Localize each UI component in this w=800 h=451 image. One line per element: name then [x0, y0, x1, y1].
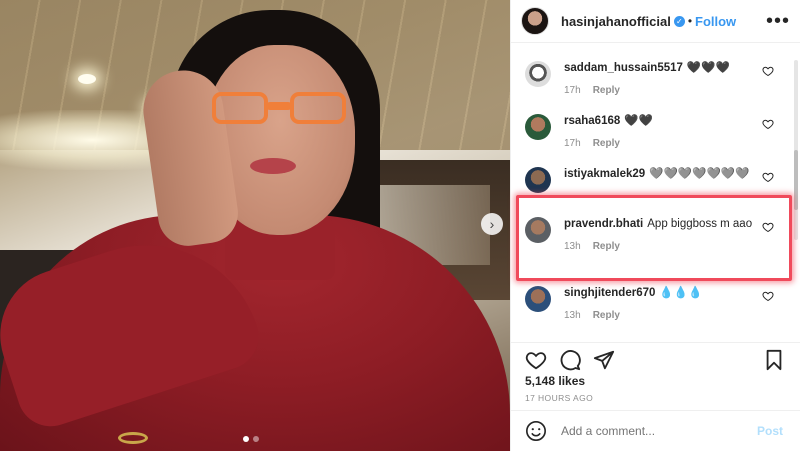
person-lips: [250, 158, 296, 174]
comments-scrollbar[interactable]: [794, 60, 798, 240]
post-header: hasinjahanofficial ✓ • Follow •••: [511, 0, 800, 43]
verified-icon: ✓: [673, 15, 685, 27]
comment-meta: 17h Reply: [564, 138, 764, 149]
more-icon[interactable]: •••: [766, 10, 790, 33]
share-icon[interactable]: [593, 349, 615, 371]
heart-icon[interactable]: [762, 171, 774, 183]
author-username[interactable]: hasinjahanofficial: [561, 14, 671, 29]
carousel-dot: [253, 436, 259, 442]
comment-meta: [564, 191, 764, 202]
comment-item: istiyakmalek29 🩶🩶🩶🩶🩶🩶🩶: [511, 167, 800, 217]
commenter-username[interactable]: istiyakmalek29: [564, 168, 645, 180]
heart-icon[interactable]: [762, 118, 774, 130]
comment-body: singhjitender670 💧💧💧 13h Reply: [564, 286, 764, 339]
comment-content: 💧💧💧: [659, 287, 703, 299]
comment-item-highlighted: pravendr.bhati App biggboss m aao 13h Repl…: [511, 217, 800, 286]
heart-icon[interactable]: [525, 349, 547, 371]
action-bar: [511, 342, 800, 372]
commenter-username[interactable]: singhjitender670: [564, 287, 655, 299]
comment-age: 13h: [564, 310, 581, 321]
comment-icon[interactable]: [559, 349, 581, 371]
comment-content: 🩶🩶🩶🩶🩶🩶🩶: [649, 168, 750, 180]
reply-button[interactable]: Reply: [593, 310, 620, 321]
comment-meta: 13h Reply: [564, 241, 764, 252]
comment-item: rsaha6168 🖤🖤 17h Reply: [511, 114, 800, 167]
comment-content: App biggboss m aao: [647, 218, 753, 230]
bracelet: [118, 432, 148, 444]
comment-age: 17h: [564, 85, 581, 96]
comment-input[interactable]: [561, 424, 757, 438]
comment-text: saddam_hussain5517 🖤🖤🖤: [564, 61, 764, 75]
emoji-icon[interactable]: [525, 420, 547, 442]
carousel-dots: [243, 436, 259, 442]
reply-button[interactable]: Reply: [593, 85, 620, 96]
heart-icon[interactable]: [762, 65, 774, 77]
comment-age: 13h: [564, 241, 581, 252]
comments-panel: hasinjahanofficial ✓ • Follow ••• saddam…: [510, 0, 800, 451]
comment-composer: Post: [511, 410, 800, 451]
commenter-username[interactable]: rsaha6168: [564, 115, 620, 127]
comment-content: 🖤🖤🖤: [686, 62, 730, 74]
commenter-avatar[interactable]: [525, 217, 551, 243]
comment-age: 17h: [564, 138, 581, 149]
glasses-lens-left: [212, 92, 268, 124]
commenter-avatar[interactable]: [525, 167, 551, 193]
comment-text: istiyakmalek29 🩶🩶🩶🩶🩶🩶🩶: [564, 167, 764, 181]
comment-body: istiyakmalek29 🩶🩶🩶🩶🩶🩶🩶: [564, 167, 764, 217]
instagram-post: › hasinjahanofficial ✓ • Follow ••• sadd…: [0, 0, 800, 451]
post-button[interactable]: Post: [757, 424, 783, 438]
comment-item: saddam_hussain5517 🖤🖤🖤 17h Reply: [511, 61, 800, 114]
comment-meta: 17h Reply: [564, 85, 764, 96]
comment-list[interactable]: saddam_hussain5517 🖤🖤🖤 17h Reply rsaha6168…: [511, 43, 800, 343]
heart-icon[interactable]: [762, 221, 774, 233]
orange-glasses: [212, 92, 348, 128]
comment-body: saddam_hussain5517 🖤🖤🖤 17h Reply: [564, 61, 764, 114]
like-count[interactable]: 5,148 likes: [525, 374, 585, 388]
carousel-dot-active: [243, 436, 249, 442]
bookmark-icon[interactable]: [763, 349, 785, 371]
scrollbar-thumb[interactable]: [794, 150, 798, 210]
comment-text: singhjitender670 💧💧💧: [564, 286, 764, 300]
commenter-avatar[interactable]: [525, 61, 551, 87]
commenter-avatar[interactable]: [525, 114, 551, 140]
follow-button[interactable]: Follow: [695, 14, 736, 29]
reply-button[interactable]: Reply: [593, 241, 620, 252]
comment-body: pravendr.bhati App biggboss m aao 13h Repl…: [564, 217, 764, 286]
post-time: 17 HOURS AGO: [525, 393, 594, 403]
comment-text: pravendr.bhati App biggboss m aao: [564, 217, 764, 231]
comment-meta: 13h Reply: [564, 310, 764, 321]
carousel-next-icon[interactable]: ›: [481, 213, 503, 235]
glasses-lens-right: [290, 92, 346, 124]
commenter-avatar[interactable]: [525, 286, 551, 312]
ceiling-lamp: [78, 74, 96, 84]
comment-body: rsaha6168 🖤🖤 17h Reply: [564, 114, 764, 167]
comment-item: singhjitender670 💧💧💧 13h Reply: [511, 286, 800, 339]
glasses-bridge: [266, 102, 292, 110]
comment-text: rsaha6168 🖤🖤: [564, 114, 764, 128]
comment-content: 🖤🖤: [624, 115, 653, 127]
header-separator: •: [687, 14, 693, 28]
commenter-username[interactable]: pravendr.bhati: [564, 218, 643, 230]
commenter-username[interactable]: saddam_hussain5517: [564, 62, 683, 74]
post-photo[interactable]: ›: [0, 0, 510, 451]
author-avatar[interactable]: [521, 7, 549, 35]
heart-icon[interactable]: [762, 290, 774, 302]
reply-button[interactable]: Reply: [593, 138, 620, 149]
